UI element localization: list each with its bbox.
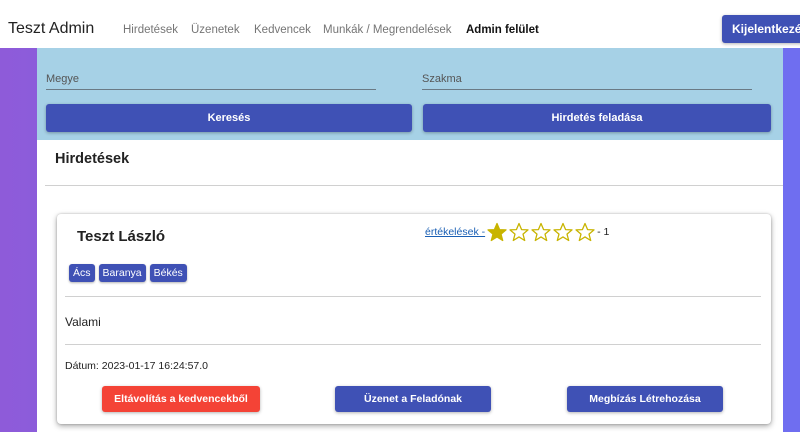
- logout-button-label: Kijelentkezés: [732, 22, 800, 36]
- profession-field-label: Szakma: [422, 73, 462, 85]
- post-ad-button-label: Hirdetés feladása: [551, 112, 643, 124]
- ratings-link[interactable]: értékelések -: [425, 226, 485, 238]
- create-job-button[interactable]: Megbízás Létrehozása: [567, 386, 723, 412]
- nav-item-munkak[interactable]: Munkák / Megrendelések: [323, 24, 451, 36]
- create-job-button-label: Megbízás Létrehozása: [589, 393, 701, 405]
- ad-card: Teszt László értékelések - - 1 Ács Baran…: [57, 214, 771, 424]
- message-advertiser-button-label: Üzenet a Feladónak: [363, 393, 463, 405]
- county-field[interactable]: Megye: [46, 60, 376, 90]
- nav-item-hirdetesek[interactable]: Hirdetések: [123, 24, 178, 36]
- county-field-label: Megye: [46, 73, 80, 85]
- star-empty-icon[interactable]: [575, 222, 595, 242]
- remove-favorite-button[interactable]: Eltávolítás a kedvencekből: [102, 386, 260, 412]
- tag-list: Ács Baranya Békés: [69, 264, 187, 282]
- profession-field[interactable]: Szakma: [422, 60, 752, 90]
- nav-item-kedvencek[interactable]: Kedvencek: [254, 24, 311, 36]
- search-button-label: Keresés: [207, 112, 251, 124]
- top-navbar: Teszt Admin Hirdetések Üzenetek Kedvence…: [0, 0, 800, 48]
- advertiser-name: Teszt László: [77, 228, 166, 245]
- rating-count: - 1: [597, 226, 610, 238]
- tag-county-baranya[interactable]: Baranya: [98, 264, 146, 282]
- tag-profession[interactable]: Ács: [69, 264, 95, 282]
- search-button[interactable]: Keresés: [46, 104, 412, 132]
- tag-county-bekes[interactable]: Békés: [149, 264, 187, 282]
- star-filled-icon[interactable]: [487, 222, 507, 242]
- star-empty-icon[interactable]: [509, 222, 529, 242]
- rating-stars: [487, 222, 597, 242]
- nav-item-admin[interactable]: Admin felület: [466, 24, 539, 36]
- card-divider-top: [65, 296, 761, 297]
- section-title: Hirdetések: [55, 151, 130, 167]
- brand-title[interactable]: Teszt Admin: [8, 20, 94, 38]
- remove-favorite-button-label: Eltávolítás a kedvencekből: [114, 393, 248, 405]
- message-advertiser-button[interactable]: Üzenet a Feladónak: [335, 386, 491, 412]
- section-divider: [45, 185, 783, 186]
- search-area: Megye Szakma Keresés Hirdetés feladása: [37, 48, 783, 140]
- post-ad-button[interactable]: Hirdetés feladása: [423, 104, 771, 132]
- ad-date: Dátum: 2023-01-17 16:24:57.0: [65, 360, 209, 372]
- star-empty-icon[interactable]: [531, 222, 551, 242]
- rating-row: értékelések - - 1: [425, 222, 609, 242]
- card-divider-bottom: [65, 344, 761, 345]
- logout-button[interactable]: Kijelentkezés: [722, 15, 800, 43]
- nav-item-uzenetek[interactable]: Üzenetek: [191, 24, 240, 36]
- star-empty-icon[interactable]: [553, 222, 573, 242]
- ad-description: Valami: [65, 315, 101, 329]
